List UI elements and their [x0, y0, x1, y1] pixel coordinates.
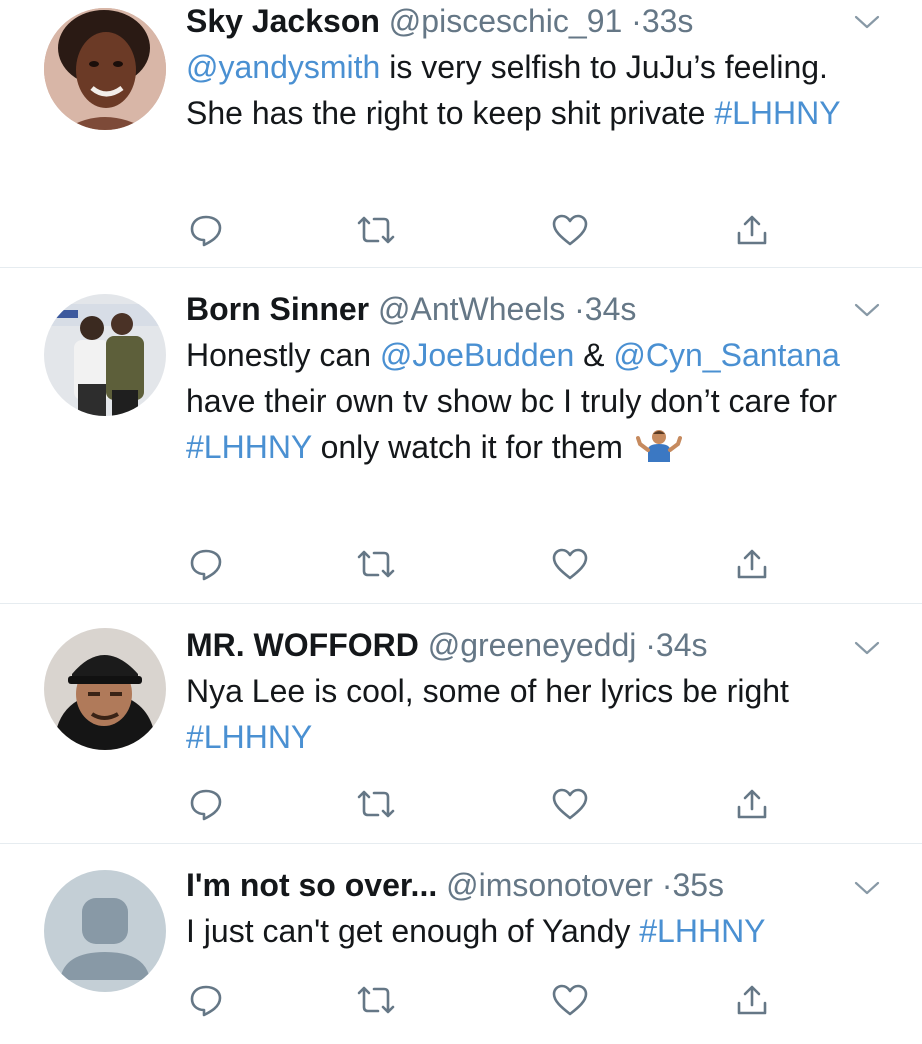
share-icon — [737, 985, 767, 1015]
retweet-icon — [357, 790, 395, 818]
tweet-timestamp[interactable]: 33s — [642, 3, 694, 39]
like-icon — [552, 548, 588, 580]
share-icon — [737, 789, 767, 819]
share-icon — [737, 215, 767, 245]
tweet-text: @yandysmith is very selfish to JuJu’s fe… — [186, 44, 862, 136]
hashtag-link[interactable]: #LHHNY — [186, 429, 312, 465]
mention-link[interactable]: @Cyn_Santana — [613, 337, 839, 373]
tweet[interactable]: I'm not so over... @imsonotover ·35s I j… — [0, 844, 922, 1044]
display-name[interactable]: Born Sinner — [186, 291, 369, 327]
display-name[interactable]: I'm not so over... — [186, 867, 437, 903]
tweet[interactable]: MR. WOFFORD @greeneyeddj ·34s Nya Lee is… — [0, 604, 922, 844]
like-button[interactable] — [550, 980, 590, 1020]
avatar[interactable] — [44, 870, 166, 992]
tweet-text: Honestly can @JoeBudden & @Cyn_Santana h… — [186, 332, 862, 470]
user-handle[interactable]: @AntWheels — [378, 291, 565, 327]
display-name[interactable]: Sky Jackson — [186, 3, 380, 39]
tweet-actions — [186, 784, 786, 824]
tweet[interactable]: Born Sinner @AntWheels ·34s Honestly can… — [0, 268, 922, 604]
tweet-content: MR. WOFFORD @greeneyeddj ·34s Nya Lee is… — [186, 624, 862, 760]
hashtag-link[interactable]: #LHHNY — [639, 913, 765, 949]
tweet-text-segment: & — [574, 337, 614, 373]
tweet-text-segment: only watch it for them — [311, 429, 632, 465]
like-icon — [552, 214, 588, 246]
hashtag-link[interactable]: #LHHNY — [714, 95, 840, 131]
tweet-header: MR. WOFFORD @greeneyeddj ·34s — [186, 624, 862, 666]
tweet[interactable]: Sky Jackson @pisceschic_91 ·33s @yandysm… — [0, 0, 922, 268]
share-button[interactable] — [732, 980, 772, 1020]
tweet-header: Born Sinner @AntWheels ·34s — [186, 288, 862, 330]
reply-button[interactable] — [186, 210, 226, 250]
reply-button[interactable] — [186, 784, 226, 824]
tweet-text-segment: I just can't get enough of Yandy — [186, 913, 640, 949]
retweet-button[interactable] — [356, 784, 396, 824]
mention-link[interactable]: @yandysmith — [186, 49, 380, 85]
retweet-icon — [357, 986, 395, 1014]
like-button[interactable] — [550, 544, 590, 584]
separator-dot: · — [661, 867, 673, 903]
reply-button[interactable] — [186, 980, 226, 1020]
tweet-actions — [186, 210, 786, 250]
tweet-text: I just can't get enough of Yandy #LHHNY — [186, 908, 862, 954]
retweet-button[interactable] — [356, 980, 396, 1020]
share-button[interactable] — [732, 784, 772, 824]
like-button[interactable] — [550, 784, 590, 824]
tweet-text-segment: have their own tv show bc I truly don’t … — [186, 383, 837, 419]
person-shrugging-emoji-icon — [635, 430, 682, 462]
avatar[interactable] — [44, 294, 166, 416]
reply-icon — [190, 985, 222, 1017]
avatar[interactable] — [44, 628, 166, 750]
profile-photo-icon — [44, 628, 166, 750]
reply-icon — [190, 789, 222, 821]
tweet-content: I'm not so over... @imsonotover ·35s I j… — [186, 864, 862, 954]
like-button[interactable] — [550, 210, 590, 250]
tweet-actions — [186, 980, 786, 1020]
like-icon — [552, 788, 588, 820]
chevron-down-icon[interactable] — [854, 640, 880, 656]
tweet-timeline: Sky Jackson @pisceschic_91 ·33s @yandysm… — [0, 0, 922, 1024]
user-handle[interactable]: @imsonotover — [446, 867, 653, 903]
tweet-timestamp[interactable]: 34s — [656, 627, 708, 663]
chevron-down-icon[interactable] — [854, 880, 880, 896]
share-icon — [737, 549, 767, 579]
tweet-header: Sky Jackson @pisceschic_91 ·33s — [186, 0, 862, 42]
retweet-icon — [357, 550, 395, 578]
separator-dot: · — [645, 627, 656, 663]
reply-button[interactable] — [186, 544, 226, 584]
separator-dot: · — [631, 3, 642, 39]
reply-icon — [190, 549, 222, 581]
tweet-timestamp[interactable]: 34s — [585, 291, 637, 327]
user-handle[interactable]: @pisceschic_91 — [389, 3, 622, 39]
share-button[interactable] — [732, 210, 772, 250]
mention-link[interactable]: @JoeBudden — [380, 337, 574, 373]
default-avatar-icon — [44, 870, 166, 992]
share-button[interactable] — [732, 544, 772, 584]
separator-dot: · — [574, 291, 585, 327]
avatar[interactable] — [44, 8, 166, 130]
tweet-content: Sky Jackson @pisceschic_91 ·33s @yandysm… — [186, 0, 862, 136]
hashtag-link[interactable]: #LHHNY — [186, 719, 312, 755]
chevron-down-icon[interactable] — [854, 302, 880, 318]
profile-photo-icon — [44, 8, 166, 130]
profile-photo-icon — [44, 294, 166, 416]
tweet-content: Born Sinner @AntWheels ·34s Honestly can… — [186, 288, 862, 470]
tweet-timestamp[interactable]: 35s — [672, 867, 724, 903]
retweet-button[interactable] — [356, 544, 396, 584]
tweet-text: Nya Lee is cool, some of her lyrics be r… — [186, 668, 862, 760]
retweet-icon — [357, 216, 395, 244]
tweet-text-segment: Nya Lee is cool, some of her lyrics be r… — [186, 673, 789, 709]
tweet-header: I'm not so over... @imsonotover ·35s — [186, 864, 862, 906]
chevron-down-icon[interactable] — [854, 14, 880, 30]
reply-icon — [190, 215, 222, 247]
tweet-actions — [186, 544, 786, 584]
tweet-text-segment: Honestly can — [186, 337, 380, 373]
display-name[interactable]: MR. WOFFORD — [186, 627, 419, 663]
retweet-button[interactable] — [356, 210, 396, 250]
like-icon — [552, 984, 588, 1016]
user-handle[interactable]: @greeneyeddj — [428, 627, 637, 663]
